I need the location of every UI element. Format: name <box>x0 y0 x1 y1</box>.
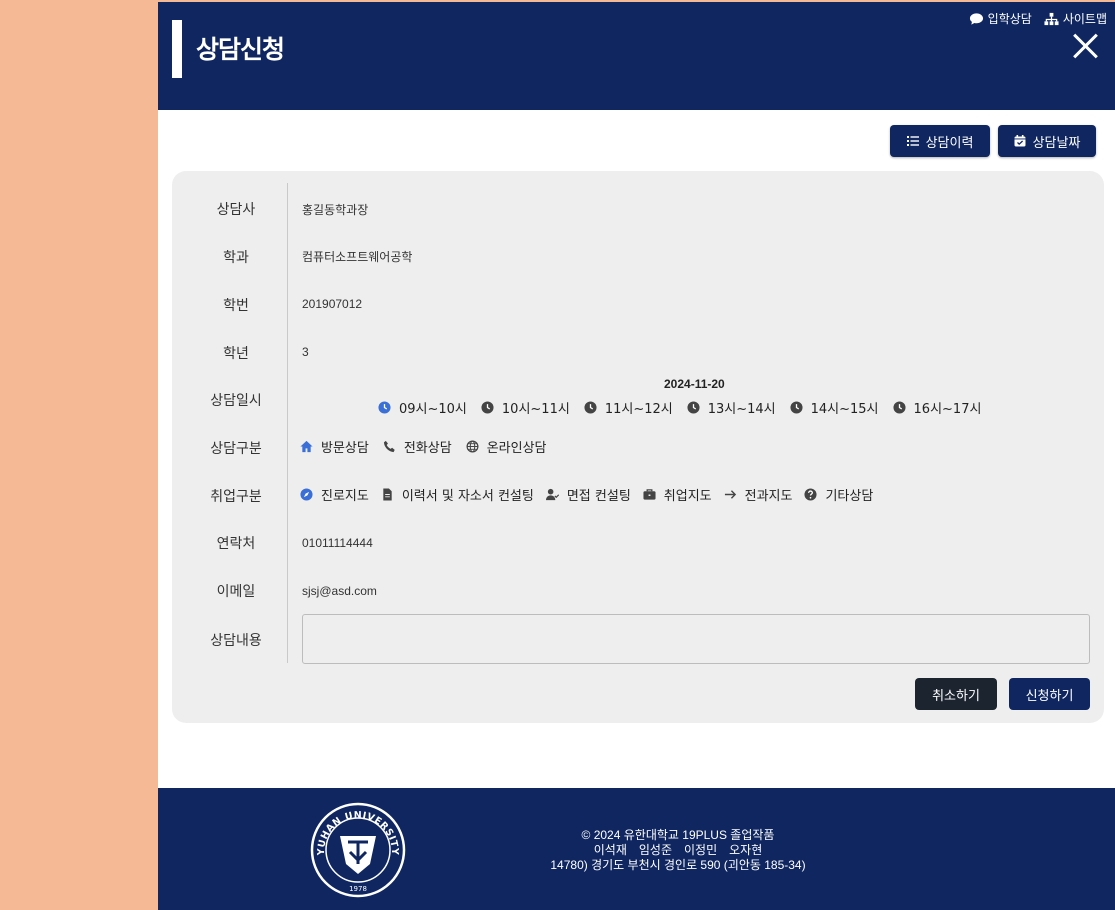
member-name: 이석재 <box>593 843 627 857</box>
time-slots: 09시~10시 10시~11시 11시~12시 13시~14시 14시~15시 … <box>378 398 981 417</box>
career-option-label: 이력서 및 자소서 컨설팅 <box>401 489 534 504</box>
admission-consult-label: 입학상담 <box>987 12 1032 26</box>
panel-header: 상담신청 입학상담 사이트맵 <box>158 2 1115 110</box>
submit-button[interactable]: 신청하기 <box>1009 678 1090 710</box>
arrow-right-icon <box>724 490 736 499</box>
list-icon <box>906 136 919 146</box>
date-button[interactable]: 상담날짜 <box>998 125 1096 157</box>
team-members: 이석재 임성준 이정민 오자현 <box>428 843 928 858</box>
time-slot[interactable]: 09시~10시 <box>378 398 467 417</box>
university-seal-logo: YUHAN UNIVERSITY 1978 <box>310 802 406 898</box>
sitemap-label: 사이트맵 <box>1062 12 1107 26</box>
copyright: © 2024 유한대학교 19PLUS 졸업작품 <box>581 828 775 842</box>
admission-consult-link[interactable]: 입학상담 <box>969 10 1032 27</box>
time-slot[interactable]: 13시~14시 <box>687 398 776 417</box>
career-option-label: 전과지도 <box>744 489 793 504</box>
time-slot-label: 13시~14시 <box>707 402 776 417</box>
time-slot-label: 09시~10시 <box>399 402 467 417</box>
time-slot[interactable]: 10시~11시 <box>481 398 570 417</box>
clock-icon <box>790 401 803 414</box>
career-option-resume[interactable]: 이력서 및 자소서 컨설팅 <box>381 485 534 504</box>
footer: YUHAN UNIVERSITY 1978 © 2024 유한대학교 19PLU… <box>158 788 1115 910</box>
content-label: 상담내용 <box>210 633 262 649</box>
career-option-label: 면접 컨설팅 <box>566 489 631 504</box>
history-button[interactable]: 상담이력 <box>890 125 990 157</box>
phone-icon <box>383 440 395 453</box>
sitemap-link[interactable]: 사이트맵 <box>1044 10 1107 27</box>
address: 14780) 경기도 부천시 경인로 590 (괴안동 185-34) <box>550 858 806 872</box>
method-option-online[interactable]: 온라인상담 <box>466 437 547 456</box>
content-textarea[interactable] <box>302 614 1090 664</box>
counselor-value: 홍길동학과장 <box>302 203 369 217</box>
career-option-guidance[interactable]: 진로지도 <box>300 485 369 504</box>
method-option-label: 전화상담 <box>403 441 452 456</box>
time-slot[interactable]: 11시~12시 <box>584 398 673 417</box>
member-name: 임성준 <box>638 843 672 857</box>
time-slot[interactable]: 16시~17시 <box>892 398 982 417</box>
career-option-employment[interactable]: 취업지도 <box>643 485 712 504</box>
page-title: 상담신청 <box>196 35 285 64</box>
career-option-transfer[interactable]: 전과지도 <box>724 485 793 504</box>
seal-year: 1978 <box>349 885 367 893</box>
contact-value: 01011114444 <box>302 536 373 550</box>
career-options: 진로지도 이력서 및 자소서 컨설팅 면접 컨설팅 취업지도 전과지도 기타상담 <box>300 485 873 504</box>
method-option-label: 방문상담 <box>321 441 369 456</box>
clock-icon <box>481 401 494 414</box>
member-name: 이정민 <box>684 843 718 857</box>
title-accent-bar <box>172 20 182 78</box>
clock-icon <box>584 401 597 414</box>
user-check-icon <box>545 488 559 501</box>
home-icon <box>300 440 313 453</box>
globe-icon <box>466 440 479 453</box>
email-label: 이메일 <box>216 584 256 600</box>
time-slot-label: 16시~17시 <box>913 402 982 417</box>
method-label: 상담구분 <box>210 441 262 457</box>
sitemap-icon <box>1044 12 1059 25</box>
time-slot[interactable]: 14시~15시 <box>790 398 879 417</box>
datetime-label: 상담일시 <box>210 393 262 409</box>
briefcase-icon <box>643 489 656 500</box>
career-option-interview[interactable]: 면접 컨설팅 <box>545 485 631 504</box>
time-slot-label: 11시~12시 <box>604 402 673 417</box>
career-option-label: 취업지도 <box>663 489 712 504</box>
close-icon[interactable] <box>1072 32 1100 60</box>
method-options: 방문상담 전화상담 온라인상담 <box>300 437 547 456</box>
career-option-label: 기타상담 <box>825 489 874 504</box>
method-option-label: 온라인상담 <box>486 441 547 456</box>
clock-icon <box>378 401 391 414</box>
compass-icon <box>300 488 313 501</box>
time-slot-label: 10시~11시 <box>501 402 570 417</box>
email-value: sjsj@asd.com <box>302 584 377 598</box>
footer-text: © 2024 유한대학교 19PLUS 졸업작품 이석재 임성준 이정민 오자현 14… <box>428 828 928 873</box>
student-id-label: 학번 <box>223 298 249 314</box>
career-option-etc[interactable]: 기타상담 <box>804 485 873 504</box>
method-option-visit[interactable]: 방문상담 <box>300 437 369 456</box>
document-icon <box>383 488 392 501</box>
method-option-phone[interactable]: 전화상담 <box>383 437 452 456</box>
selected-date: 2024-11-20 <box>664 377 725 391</box>
department-value: 컴퓨터소프트웨어공학 <box>302 250 413 264</box>
student-id-value: 201907012 <box>302 297 363 311</box>
consultation-panel: 상담신청 입학상담 사이트맵 상담이력 상담날짜 상담사 홍길동학과장 학과 컴… <box>158 2 1115 910</box>
calendar-check-icon <box>1014 135 1026 147</box>
career-label: 취업구분 <box>210 489 262 505</box>
clock-icon <box>892 401 906 414</box>
top-links: 입학상담 사이트맵 <box>969 10 1107 27</box>
date-button-label: 상담날짜 <box>1032 135 1081 151</box>
question-icon <box>804 488 818 501</box>
top-border <box>0 0 158 910</box>
history-button-label: 상담이력 <box>925 135 974 151</box>
grade-label: 학년 <box>223 346 249 362</box>
time-slot-label: 14시~15시 <box>810 402 879 417</box>
career-option-label: 진로지도 <box>321 489 369 504</box>
contact-label: 연락처 <box>216 536 256 552</box>
counselor-label: 상담사 <box>216 202 256 218</box>
chat-bubble-icon <box>969 12 983 25</box>
department-label: 학과 <box>223 250 249 266</box>
member-name: 오자현 <box>729 843 763 857</box>
grade-value: 3 <box>302 345 309 359</box>
cancel-button[interactable]: 취소하기 <box>915 678 997 710</box>
clock-icon <box>687 401 700 414</box>
